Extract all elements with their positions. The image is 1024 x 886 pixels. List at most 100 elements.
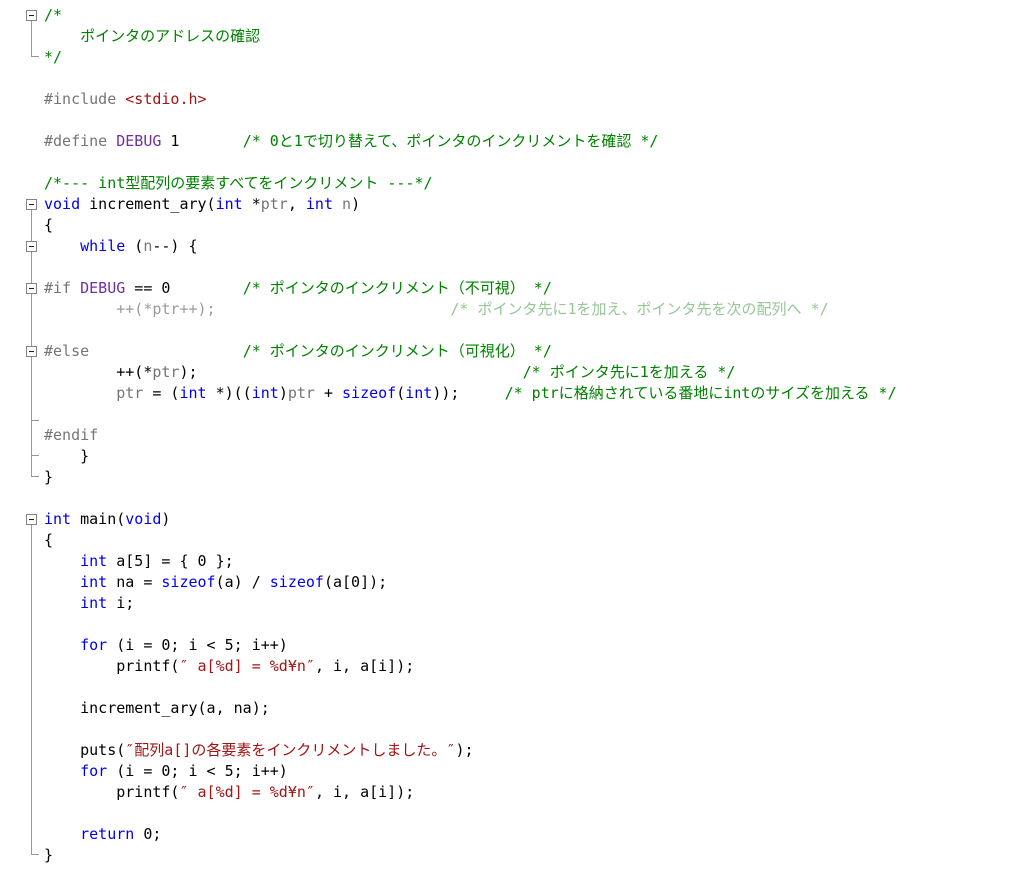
fold-end-tick: [32, 420, 39, 421]
code-line[interactable]: printf(″ a[%d] = %d¥n″, i, a[i]);: [0, 656, 1024, 677]
code-line[interactable]: int main(void): [0, 509, 1024, 530]
fold-minus-box[interactable]: [26, 241, 37, 252]
code-line[interactable]: [0, 719, 1024, 740]
code-line[interactable]: int na = sizeof(a) / sizeof(a[0]);: [0, 572, 1024, 593]
code-token: ));: [432, 384, 505, 402]
fold-guide-segment: [31, 803, 32, 824]
minus-icon: [29, 519, 34, 520]
code-line[interactable]: void increment_ary(int *ptr, int n): [0, 194, 1024, 215]
code-line[interactable]: }: [0, 845, 1024, 866]
code-line[interactable]: [0, 866, 1024, 886]
code-line[interactable]: }: [0, 446, 1024, 467]
code-line[interactable]: [0, 68, 1024, 89]
code-token: */: [44, 48, 63, 66]
code-token: int: [215, 195, 243, 213]
code-line[interactable]: ++(*ptr); /* ポインタ先に1を加える */: [0, 362, 1024, 383]
code-line[interactable]: [0, 320, 1024, 341]
code-line[interactable]: [0, 257, 1024, 278]
code-line[interactable]: #include <stdio.h>: [0, 89, 1024, 110]
code-text: /*: [44, 5, 62, 26]
code-line[interactable]: [0, 803, 1024, 824]
code-token: (i = 0; i < 5; i++): [107, 762, 288, 780]
code-line[interactable]: [0, 677, 1024, 698]
fold-guide-segment: [31, 719, 32, 740]
code-line[interactable]: int a[5] = { 0 };: [0, 551, 1024, 572]
fold-guide-segment: [31, 824, 32, 845]
code-line[interactable]: #define DEBUG 1 /* 0と1で切り替えて、ポインタのインクリメン…: [0, 131, 1024, 152]
fold-collapse-icon[interactable]: [0, 5, 44, 26]
fold-collapse-icon[interactable]: [0, 194, 44, 215]
code-line[interactable]: #endif: [0, 425, 1024, 446]
fold-guide-segment: [31, 614, 32, 635]
code-editor[interactable]: /* ポインタのアドレスの確認 */ #include <stdio.h> #defi…: [0, 0, 1024, 886]
code-line[interactable]: */: [0, 47, 1024, 68]
code-line[interactable]: int i;: [0, 593, 1024, 614]
fold-minus-box[interactable]: [26, 346, 37, 357]
code-token: }: [44, 468, 54, 486]
code-line[interactable]: puts(″配列a[]の各要素をインクリメントしました。″);: [0, 740, 1024, 761]
fold-minus-box[interactable]: [26, 514, 37, 525]
code-line[interactable]: [0, 614, 1024, 635]
fold-guide-segment: [31, 572, 32, 593]
fold-minus-box[interactable]: [26, 10, 37, 21]
code-token: void: [44, 195, 81, 213]
code-line[interactable]: increment_ary(a, na);: [0, 698, 1024, 719]
code-token: #if: [44, 279, 81, 297]
code-token: /* ポインタ先に1を加える */: [522, 363, 736, 381]
code-line[interactable]: for (i = 0; i < 5; i++): [0, 635, 1024, 656]
code-line[interactable]: /*--- int型配列の要素すべてをインクリメント ---*/: [0, 173, 1024, 194]
code-line[interactable]: [0, 488, 1024, 509]
code-line[interactable]: [0, 152, 1024, 173]
fold-end-tick: [32, 56, 39, 57]
code-token: void: [125, 510, 162, 528]
code-text: void increment_ary(int *ptr, int n): [44, 194, 360, 215]
code-line[interactable]: #else /* ポインタのインクリメント（可視化） */: [0, 341, 1024, 362]
code-text: ptr = (int *)((int)ptr + sizeof(int)); /…: [44, 383, 896, 404]
code-line[interactable]: [0, 404, 1024, 425]
code-token: int: [80, 594, 108, 612]
fold-guide-segment: [31, 320, 32, 341]
code-token: ): [351, 195, 361, 213]
code-line[interactable]: for (i = 0; i < 5; i++): [0, 761, 1024, 782]
code-token: {: [44, 531, 54, 549]
code-line[interactable]: ptr = (int *)((int)ptr + sizeof(int)); /…: [0, 383, 1024, 404]
fold-end-tick: [32, 455, 39, 456]
code-token: /* ポインタ先に1を加え、ポインタ先を次の配列へ */: [450, 300, 829, 318]
code-line[interactable]: printf(″ a[%d] = %d¥n″, i, a[i]);: [0, 782, 1024, 803]
code-line[interactable]: {: [0, 530, 1024, 551]
code-line[interactable]: ++(*ptr++); /* ポインタ先に1を加え、ポインタ先を次の配列へ */: [0, 299, 1024, 320]
code-token: ptr: [152, 363, 180, 381]
code-text: printf(″ a[%d] = %d¥n″, i, a[i]);: [44, 656, 414, 677]
code-line[interactable]: return 0;: [0, 824, 1024, 845]
code-line[interactable]: /*: [0, 5, 1024, 26]
code-text: int main(void): [44, 509, 170, 530]
fold-collapse-icon[interactable]: [0, 236, 44, 257]
fold-minus-box[interactable]: [26, 199, 37, 210]
code-text: ++(*ptr); /* ポインタ先に1を加える */: [44, 362, 735, 383]
code-token: return: [80, 825, 135, 843]
code-token: ptr: [260, 195, 288, 213]
code-line[interactable]: while (n--) {: [0, 236, 1024, 257]
fold-guide-line: [0, 635, 44, 656]
code-line[interactable]: [0, 110, 1024, 131]
code-token: --) {: [152, 237, 198, 255]
code-token: (: [125, 237, 144, 255]
fold-collapse-icon[interactable]: [0, 278, 44, 299]
code-line[interactable]: #if DEBUG == 0 /* ポインタのインクリメント（不可視） */: [0, 278, 1024, 299]
code-token: ptr: [116, 384, 144, 402]
fold-guide-segment: [31, 383, 32, 404]
code-line[interactable]: {: [0, 215, 1024, 236]
fold-collapse-icon[interactable]: [0, 341, 44, 362]
code-token: sizeof: [161, 573, 216, 591]
code-token: ): [161, 510, 171, 528]
fold-guide-line: [0, 26, 44, 47]
code-token: *)((: [206, 384, 252, 402]
code-token: while: [80, 237, 126, 255]
fold-collapse-icon[interactable]: [0, 509, 44, 530]
code-line[interactable]: }: [0, 467, 1024, 488]
fold-minus-box[interactable]: [26, 283, 37, 294]
code-line[interactable]: ポインタのアドレスの確認: [0, 26, 1024, 47]
